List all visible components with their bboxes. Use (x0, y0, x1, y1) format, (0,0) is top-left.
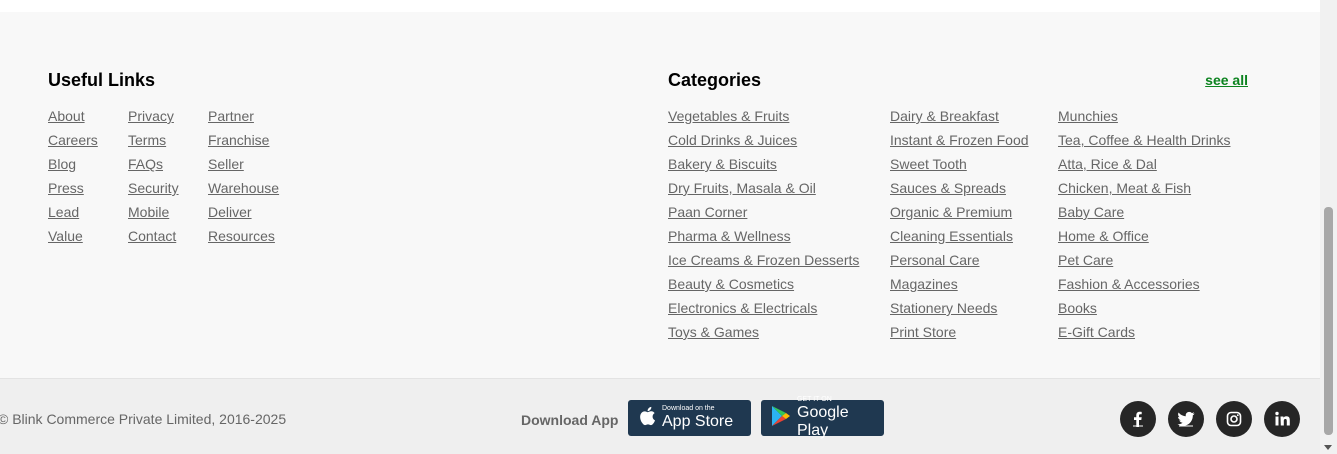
link-terms[interactable]: Terms (128, 128, 208, 152)
app-store-small-text: Download on the (662, 405, 715, 412)
categories-columns: Vegetables & Fruits Cold Drinks & Juices… (668, 104, 1248, 344)
link-mobile[interactable]: Mobile (128, 200, 208, 224)
google-play-big-text: Google Play (797, 404, 849, 439)
useful-links-column-2: Privacy Terms FAQs Security Mobile Conta… (128, 104, 208, 248)
link-warehouse[interactable]: Warehouse (208, 176, 308, 200)
footer-page: Useful Links About Careers Blog Press Le… (0, 0, 1337, 454)
category-link[interactable]: Electronics & Electricals (668, 296, 890, 320)
category-link[interactable]: Magazines (890, 272, 1058, 296)
download-app-label: Download App (521, 412, 619, 428)
top-strip (0, 0, 1320, 12)
link-contact[interactable]: Contact (128, 224, 208, 248)
link-deliver[interactable]: Deliver (208, 200, 308, 224)
linkedin-button[interactable] (1264, 401, 1300, 437)
link-about[interactable]: About (48, 104, 128, 128)
categories-section: Categories see all Vegetables & Fruits C… (668, 70, 1248, 344)
category-link[interactable]: Tea, Coffee & Health Drinks (1058, 128, 1248, 152)
scrollbar-thumb[interactable] (1324, 207, 1333, 435)
instagram-icon (1226, 411, 1242, 427)
category-link[interactable]: Sweet Tooth (890, 152, 1058, 176)
link-press[interactable]: Press (48, 176, 128, 200)
app-store-button[interactable]: Download on the App Store (628, 400, 751, 436)
link-blog[interactable]: Blog (48, 152, 128, 176)
app-store-text: Download on the App Store (662, 405, 733, 431)
link-partner[interactable]: Partner (208, 104, 308, 128)
categories-header: Categories see all (668, 70, 1248, 90)
google-play-icon (771, 405, 791, 432)
category-link[interactable]: Organic & Premium (890, 200, 1058, 224)
facebook-icon (1130, 411, 1146, 427)
footer-bottom-bar: © Blink Commerce Private Limited, 2016-2… (0, 378, 1320, 454)
link-franchise[interactable]: Franchise (208, 128, 308, 152)
category-link[interactable]: Fashion & Accessories (1058, 272, 1248, 296)
link-privacy[interactable]: Privacy (128, 104, 208, 128)
categories-heading: Categories (668, 70, 762, 90)
category-link[interactable]: Pharma & Wellness (668, 224, 890, 248)
category-link[interactable]: Personal Care (890, 248, 1058, 272)
categories-column-2: Dairy & Breakfast Instant & Frozen Food … (890, 104, 1058, 344)
useful-links-heading: Useful Links (48, 70, 156, 90)
link-security[interactable]: Security (128, 176, 208, 200)
category-link[interactable]: Beauty & Cosmetics (668, 272, 890, 296)
apple-icon (638, 406, 656, 431)
categories-column-1: Vegetables & Fruits Cold Drinks & Juices… (668, 104, 890, 344)
category-link[interactable]: Pet Care (1058, 248, 1248, 272)
twitter-button[interactable] (1168, 401, 1204, 437)
link-resources[interactable]: Resources (208, 224, 308, 248)
category-link[interactable]: Print Store (890, 320, 1058, 344)
link-lead[interactable]: Lead (48, 200, 128, 224)
google-play-text: GET IT ON Google Play (797, 396, 874, 440)
category-link[interactable]: Atta, Rice & Dal (1058, 152, 1248, 176)
useful-links-column-1: About Careers Blog Press Lead Value (48, 104, 128, 248)
google-play-button[interactable]: GET IT ON Google Play (761, 396, 884, 439)
copyright-text: © Blink Commerce Private Limited, 2016-2… (0, 411, 287, 427)
category-link[interactable]: Paan Corner (668, 200, 890, 224)
link-value[interactable]: Value (48, 224, 128, 248)
see-all-link[interactable]: see all (1205, 72, 1248, 88)
category-link[interactable]: Sauces & Spreads (890, 176, 1058, 200)
twitter-icon (1177, 411, 1195, 427)
category-link[interactable]: E-Gift Cards (1058, 320, 1248, 344)
category-link[interactable]: Baby Care (1058, 200, 1248, 224)
link-seller[interactable]: Seller (208, 152, 308, 176)
instagram-button[interactable] (1216, 401, 1252, 437)
category-link[interactable]: Chicken, Meat & Fish (1058, 176, 1248, 200)
linkedin-icon (1274, 411, 1290, 427)
category-link[interactable]: Home & Office (1058, 224, 1248, 248)
google-play-small-text: GET IT ON (797, 396, 832, 403)
link-careers[interactable]: Careers (48, 128, 128, 152)
category-link[interactable]: Dry Fruits, Masala & Oil (668, 176, 890, 200)
category-link[interactable]: Ice Creams & Frozen Desserts (668, 248, 890, 272)
app-store-big-text: App Store (662, 413, 734, 430)
category-link[interactable]: Cold Drinks & Juices (668, 128, 890, 152)
category-link[interactable]: Vegetables & Fruits (668, 104, 890, 128)
category-link[interactable]: Instant & Frozen Food (890, 128, 1058, 152)
category-link[interactable]: Toys & Games (668, 320, 890, 344)
useful-links-column-3: Partner Franchise Seller Warehouse Deliv… (208, 104, 308, 248)
categories-column-3: Munchies Tea, Coffee & Health Drinks Att… (1058, 104, 1248, 344)
category-link[interactable]: Munchies (1058, 104, 1248, 128)
category-link[interactable]: Dairy & Breakfast (890, 104, 1058, 128)
category-link[interactable]: Stationery Needs (890, 296, 1058, 320)
category-link[interactable]: Bakery & Biscuits (668, 152, 890, 176)
vertical-scrollbar[interactable] (1320, 0, 1337, 454)
link-faqs[interactable]: FAQs (128, 152, 208, 176)
useful-links-section: Useful Links About Careers Blog Press Le… (48, 70, 308, 248)
useful-links-columns: About Careers Blog Press Lead Value Priv… (48, 104, 308, 248)
category-link[interactable]: Books (1058, 296, 1248, 320)
scroll-down-arrow-icon[interactable] (1324, 445, 1332, 450)
facebook-button[interactable] (1120, 401, 1156, 437)
category-link[interactable]: Cleaning Essentials (890, 224, 1058, 248)
